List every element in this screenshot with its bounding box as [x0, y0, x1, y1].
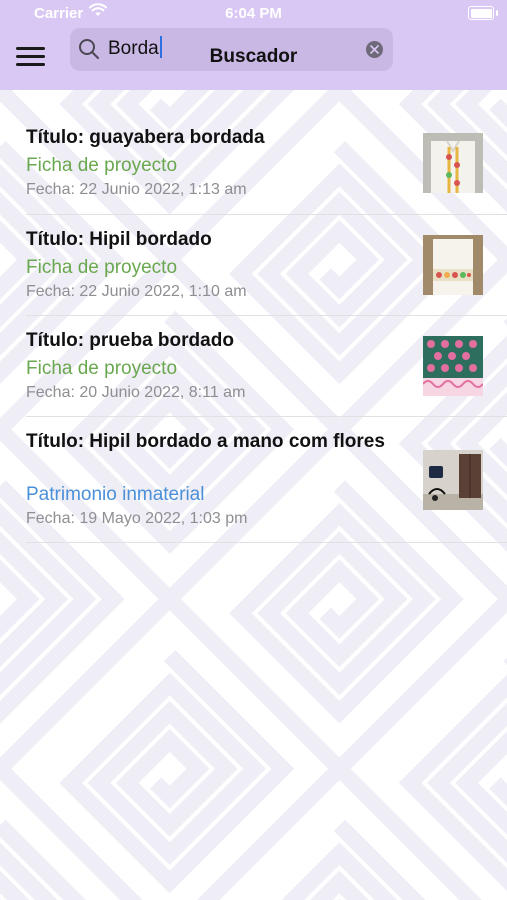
result-category: Ficha de proyecto: [26, 358, 178, 379]
result-row[interactable]: Título: Hipil bordado Ficha de proyecto …: [26, 215, 507, 316]
status-bar: Carrier 6:04 PM: [0, 0, 507, 26]
embroidery-pattern-image: [423, 336, 483, 396]
search-field[interactable]: Borda: [70, 28, 393, 71]
clear-circle-icon[interactable]: [366, 41, 383, 58]
results-list: Título: guayabera bordada Ficha de proye…: [0, 113, 507, 543]
room-image: [423, 450, 483, 510]
result-title: Título: guayabera bordada: [26, 127, 265, 148]
search-icon: [79, 39, 99, 59]
result-title: Título: prueba bordado: [26, 330, 234, 351]
battery-icon: [468, 6, 498, 20]
hipil-image: [423, 235, 483, 295]
result-title: Título: Hipil bordado: [26, 229, 212, 250]
result-title: Título: Hipil bordado a mano com flores: [26, 431, 385, 452]
result-row[interactable]: Título: Hipil bordado a mano com flores …: [26, 417, 507, 543]
text-caret: [159, 36, 162, 58]
result-date: Fecha: 22 Junio 2022, 1:13 am: [26, 181, 247, 198]
result-category: Patrimonio inmaterial: [26, 484, 205, 505]
result-date: Fecha: 22 Junio 2022, 1:10 am: [26, 283, 247, 300]
result-category: Ficha de proyecto: [26, 155, 178, 176]
hamburger-menu-icon[interactable]: [16, 47, 46, 69]
result-row[interactable]: Título: prueba bordado Ficha de proyecto…: [26, 316, 507, 417]
guayabera-image: [423, 133, 483, 193]
status-time: 6:04 PM: [225, 5, 282, 22]
result-date: Fecha: 20 Junio 2022, 8:11 am: [26, 384, 246, 401]
result-row[interactable]: Título: guayabera bordada Ficha de proye…: [26, 113, 507, 215]
result-category: Ficha de proyecto: [26, 257, 178, 278]
navigation-header: Carrier 6:04 PM Borda Buscador: [0, 0, 507, 90]
result-date: Fecha: 19 Mayo 2022, 1:03 pm: [26, 510, 248, 527]
search-input[interactable]: Borda: [108, 36, 162, 60]
